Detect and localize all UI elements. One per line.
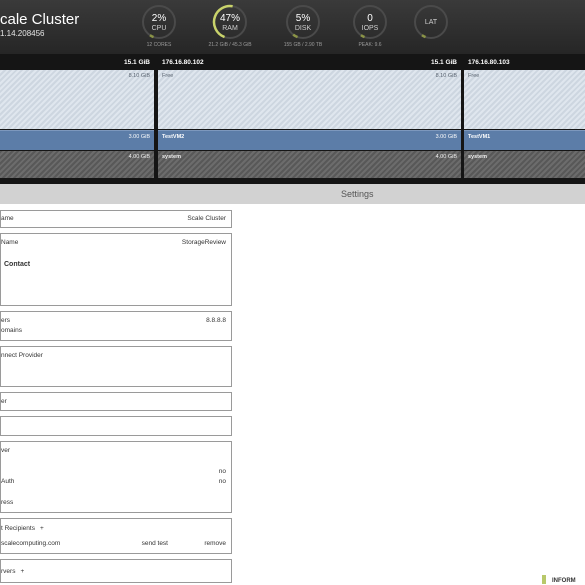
add-syslog-server-button[interactable]: + [20,568,24,575]
system-size: 4.00 GiB [128,154,150,160]
cpu-gauge[interactable]: 2% CPU 12 CORES [119,4,199,54]
cpu-gauge-label: CPU [151,25,167,32]
company-box[interactable]: Name StorageReview Contact [0,233,232,306]
smtp-auth-value[interactable]: no [219,478,226,485]
dns-servers-label: ers [1,317,11,324]
ram-gauge-subtext: 21.2 GiB / 45.3 GiB [208,42,252,48]
cluster-header: cale Cluster 1.14.208456 2% CPU 12 CORES… [0,0,585,54]
latency-gauge[interactable]: LAT [391,4,471,54]
cpu-gauge-subtext: 12 CORES [146,42,172,48]
settings-box-5-label: er [1,398,7,405]
ram-gauge-label: RAM [222,25,238,32]
vm-label: TestVM2 [162,134,185,140]
remote-support-label: nnect Provider [1,352,43,359]
free-memory-block: 8.10 GiB [0,70,154,129]
system-memory-block: 4.00 GiB [0,151,154,178]
cluster-name-label: ame [1,215,14,222]
free-label: Free [162,73,174,79]
cluster-title: cale Cluster [0,11,80,28]
smtp-server-label: ver [1,447,11,454]
information-label: INFORM [552,578,576,584]
vm-size: 3.00 GiB [435,134,457,140]
cluster-name-box[interactable]: ame Scale Cluster [0,210,232,228]
contact-heading: Contact [4,261,31,268]
ram-gauge[interactable]: 47% RAM 21.2 GiB / 45.3 GiB [190,4,270,54]
smtp-box[interactable]: ver no Auth no ress [0,441,232,513]
vm-label: TestVM1 [468,134,491,140]
free-size: 8.10 GiB [435,73,457,79]
recipient-row: scalecomputing.com send test remove [1,540,231,550]
alert-recipients-box[interactable]: t Recipients + scalecomputing.com send te… [0,518,232,554]
cluster-name-value[interactable]: Scale Cluster [187,215,226,222]
free-memory-block: Free 8.10 GiB [158,70,461,129]
remote-support-box[interactable]: nnect Provider [0,346,232,387]
company-name-label: Name [1,239,19,246]
syslog-servers-box[interactable]: rvers + [0,559,232,583]
vm-size: 3.00 GiB [128,134,150,140]
info-flag-icon [542,575,546,584]
from-address-label: ress [1,499,14,506]
cluster-version: 1.14.208456 [0,29,45,38]
node-card[interactable]: 176.16.80.102 15.1 GiB Free 8.10 GiB Tes… [158,56,461,180]
vm-memory-block[interactable]: TestVM1 [464,130,585,150]
system-memory-block: system [464,151,585,178]
settings-box-6[interactable] [0,416,232,436]
node-memory-panel: 15.1 GiB 8.10 GiB 3.00 GiB 4.00 GiB 176.… [0,54,585,184]
node-card[interactable]: 176.16.80.103 Free TestVM1 system [464,56,585,180]
company-name-value[interactable]: StorageReview [182,239,226,246]
alert-recipients-label: t Recipients [1,525,35,532]
settings-title: Settings [341,189,374,199]
smtp-secure-value[interactable]: no [219,468,226,475]
information-indicator[interactable]: INFORM [542,575,576,584]
cpu-gauge-value: 2% [151,13,167,24]
recipient-email: scalecomputing.com [1,540,61,547]
ram-gauge-value: 47% [219,13,240,24]
vm-memory-block[interactable]: 3.00 GiB [0,130,154,150]
node-header: 176.16.80.102 15.1 GiB [158,56,461,69]
dns-servers-value[interactable]: 8.8.8.8 [206,317,226,324]
syslog-servers-label: rvers [1,568,16,575]
vm-memory-block[interactable]: TestVM2 3.00 GiB [158,130,461,150]
system-memory-block: system 4.00 GiB [158,151,461,178]
node-header: 15.1 GiB [0,56,154,69]
node-ip: 176.16.80.102 [162,59,204,66]
free-size: 8.10 GiB [128,73,150,79]
dns-domains-label: omains [1,327,22,334]
latency-gauge-label: LAT [424,19,438,26]
send-test-link[interactable]: send test [142,540,168,547]
node-capacity: 15.1 GiB [430,59,457,66]
system-size: 4.00 GiB [435,154,457,160]
system-label: system [162,154,181,160]
system-label: system [468,154,487,160]
add-recipient-button[interactable]: + [40,525,44,532]
smtp-auth-label: Auth [1,478,15,485]
settings-header: Settings [0,184,585,204]
remove-recipient-link[interactable]: remove [204,540,226,547]
node-capacity: 15.1 GiB [123,59,150,66]
node-ip: 176.16.80.103 [468,59,510,66]
free-memory-block: Free [464,70,585,129]
node-header: 176.16.80.103 [464,56,585,69]
dns-box[interactable]: ers 8.8.8.8 omains [0,311,232,341]
free-label: Free [468,73,480,79]
node-card[interactable]: 15.1 GiB 8.10 GiB 3.00 GiB 4.00 GiB [0,56,154,180]
settings-box-5[interactable]: er [0,392,232,411]
